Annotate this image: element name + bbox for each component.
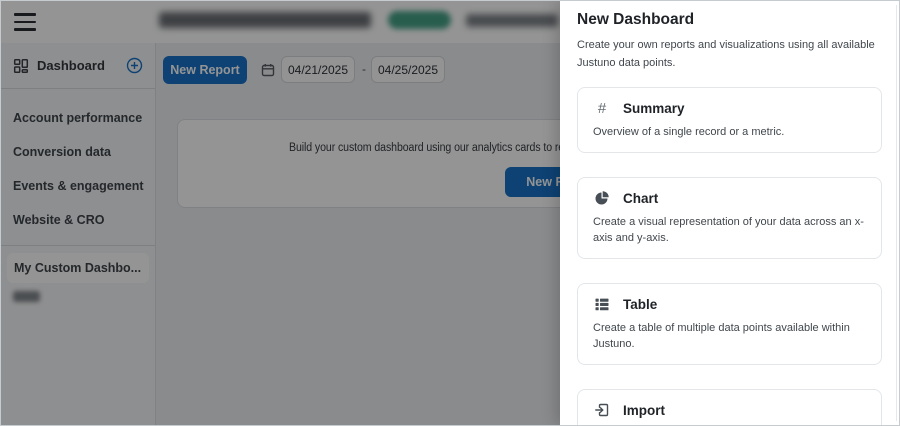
hash-icon: # [597,100,607,117]
drawer-description: Create your own reports and visualizatio… [577,39,875,69]
drawer-card-table[interactable]: Table Create a table of multiple data po… [577,282,882,365]
drawer-card-description: Create a table of multiple data points a… [593,321,850,351]
app-window: Dashboard Account performance Conversion… [0,0,900,426]
table-icon [593,296,611,312]
drawer-card-title: Chart [623,190,659,206]
drawer-card-description: Create a visual representation of your d… [593,215,864,245]
drawer-card-title: Summary [623,101,685,116]
new-dashboard-drawer: New Dashboard Create your own reports an… [560,1,899,425]
drawer-card-title: Import [623,402,665,418]
import-icon [593,402,611,418]
drawer-title: New Dashboard [577,11,695,28]
drawer-card-description: Overview of a single record or a metric. [593,126,785,138]
drawer-card-import[interactable]: Import Import a report used in another J… [577,388,882,425]
pie-chart-icon [593,190,611,206]
drawer-card-chart[interactable]: Chart Create a visual representation of … [577,176,882,259]
drawer-backdrop[interactable] [1,1,560,425]
drawer-card-summary[interactable]: # Summary Overview of a single record or… [577,87,882,153]
drawer-card-title: Table [623,296,658,312]
